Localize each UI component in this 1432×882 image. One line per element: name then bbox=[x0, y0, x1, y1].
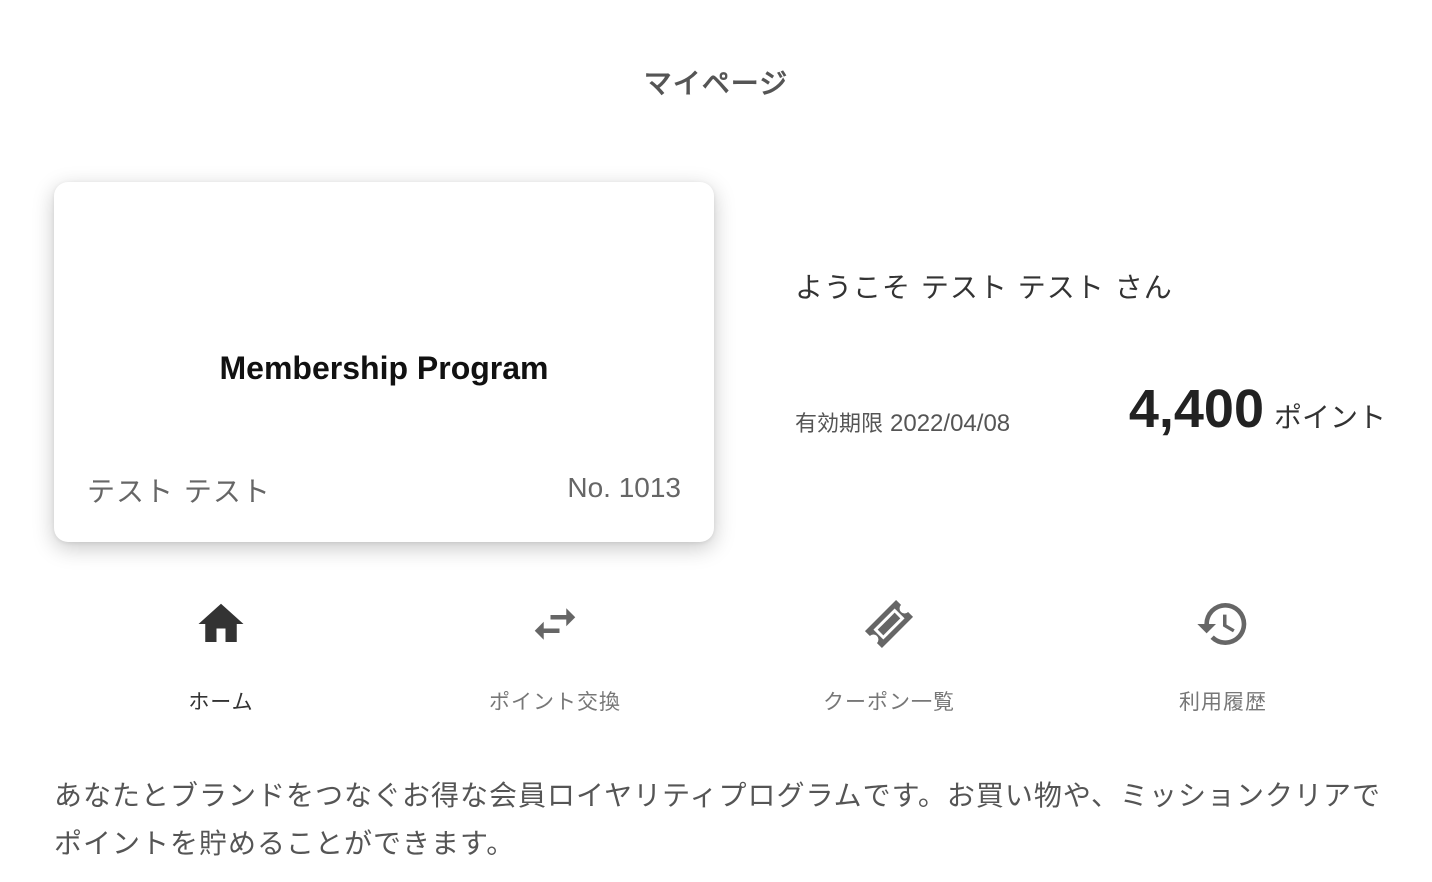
exchange-arrows-icon bbox=[523, 592, 587, 656]
points-value: 4,400 bbox=[1128, 379, 1264, 439]
card-program-name: Membership Program bbox=[219, 350, 549, 386]
page-title: マイページ bbox=[643, 67, 789, 100]
nav-item-point-exchange[interactable]: ポイント交換 bbox=[388, 590, 722, 720]
welcome-message: ようこそ テスト テスト さん bbox=[795, 271, 1173, 304]
nav-item-home[interactable]: ホーム bbox=[54, 590, 388, 720]
nav-item-coupons[interactable]: クーポン一覧 bbox=[722, 590, 1056, 720]
ticket-icon bbox=[857, 592, 921, 656]
bottom-nav: ホーム ポイント交換 クーポン一覧 利用履歴 bbox=[54, 590, 1390, 720]
expiry-label: 有効期限 bbox=[795, 412, 884, 437]
nav-label-history: 利用履歴 bbox=[1179, 690, 1267, 714]
nav-label-point-exchange: ポイント交換 bbox=[489, 690, 621, 714]
nav-label-home: ホーム bbox=[188, 690, 254, 714]
nav-label-coupons: クーポン一覧 bbox=[823, 690, 955, 714]
points-balance: 4,400 ポイント bbox=[1129, 378, 1386, 440]
home-icon bbox=[189, 592, 253, 656]
points-unit: ポイント bbox=[1273, 401, 1386, 434]
membership-card: Membership Program テスト テスト No. 1013 bbox=[54, 182, 714, 542]
card-holder-name: テスト テスト bbox=[87, 475, 271, 508]
points-expiry: 有効期限 2022/04/08 bbox=[795, 406, 1010, 438]
card-member-number: No. 1013 bbox=[567, 472, 681, 503]
history-icon bbox=[1191, 592, 1255, 656]
expiry-date: 2022/04/08 bbox=[890, 410, 1011, 437]
program-description: あなたとブランドをつなぐお得な会員ロイヤリティプログラムです。お買い物や、ミッシ… bbox=[54, 779, 1382, 860]
nav-item-history[interactable]: 利用履歴 bbox=[1056, 590, 1390, 720]
